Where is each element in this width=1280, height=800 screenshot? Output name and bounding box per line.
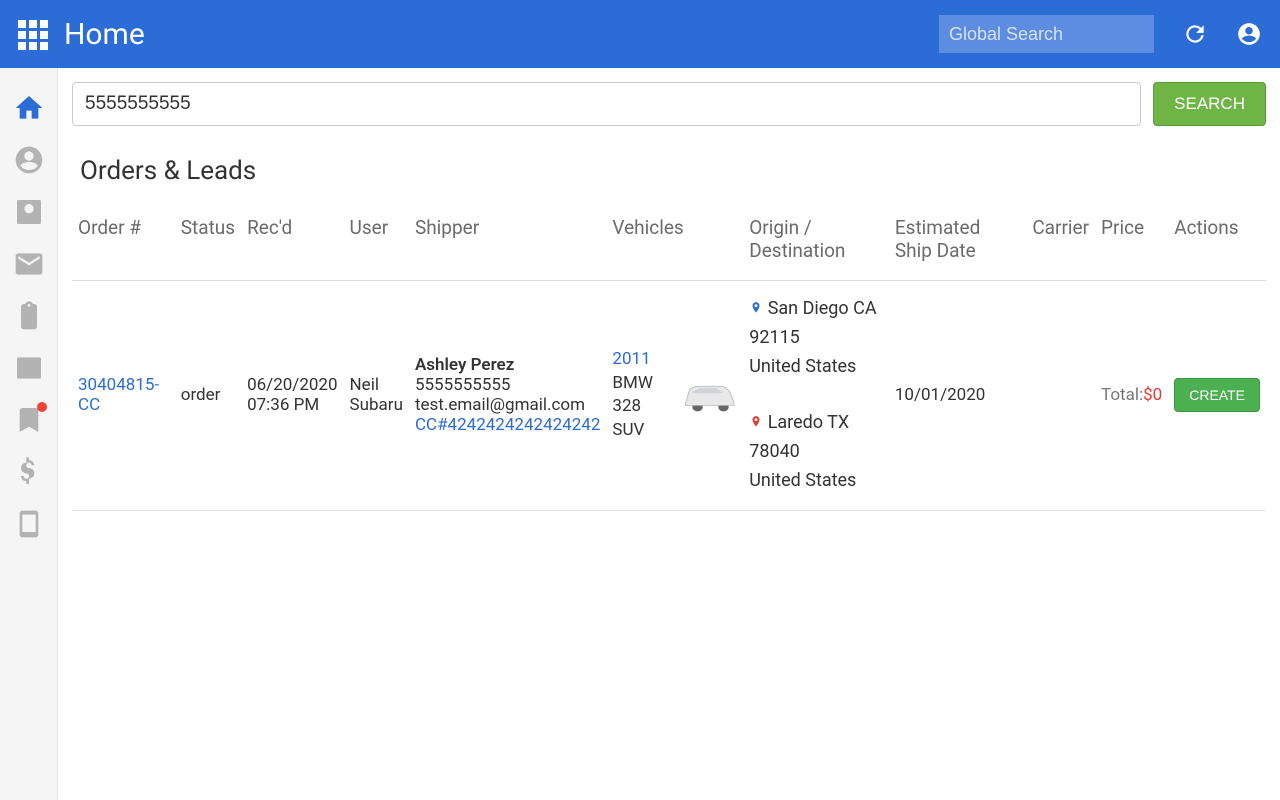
carrier-cell (1026, 281, 1095, 511)
recd-date: 06/20/2020 (247, 375, 337, 395)
col-user: User (344, 208, 409, 281)
price-label: Total: (1101, 385, 1143, 405)
sidebar-item-home[interactable] (13, 92, 45, 124)
create-button[interactable]: CREATE (1174, 378, 1260, 412)
sidebar-item-analytics[interactable] (13, 352, 45, 384)
recd-time: 07:36 PM (247, 395, 319, 415)
person-square-icon (13, 196, 45, 228)
est-ship-date: 10/01/2020 (889, 281, 1026, 511)
sidebar (0, 68, 58, 800)
vehicle-model: BMW 328 (612, 373, 653, 417)
clipboard-icon (13, 300, 45, 332)
orders-table: Order # Status Rec'd User Shipper Vehicl… (72, 208, 1266, 511)
col-actions: Actions (1168, 208, 1266, 281)
sidebar-item-mail[interactable] (13, 248, 45, 280)
order-user: Neil Subaru (344, 281, 409, 511)
search-input[interactable] (72, 82, 1141, 126)
table-row: 30404815-CC order 06/20/2020 07:36 PM Ne… (72, 281, 1266, 511)
vehicle-type: SUV (612, 420, 644, 440)
shipper-phone: 5555555555 (415, 375, 511, 395)
sidebar-item-mobile[interactable] (13, 508, 45, 540)
main-content: SEARCH Orders & Leads Order # Status Rec… (58, 68, 1280, 800)
shipper-email: test.email@gmail.com (415, 395, 585, 415)
app-header: Home (0, 0, 1280, 68)
sidebar-item-clipboard[interactable] (13, 300, 45, 332)
order-status: order (175, 281, 241, 511)
col-order: Order # (72, 208, 175, 281)
car-thumbnail-icon (682, 375, 737, 415)
col-carrier: Carrier (1026, 208, 1095, 281)
col-est-ship: Estimated Ship Date (889, 208, 1026, 281)
home-icon (13, 92, 45, 124)
page-title: Home (64, 17, 145, 52)
col-origin-dest: Origin / Destination (743, 208, 889, 281)
global-search-input[interactable] (939, 15, 1154, 53)
account-circle-icon[interactable] (1236, 21, 1262, 47)
sidebar-item-bookmarks[interactable] (13, 404, 45, 436)
dest-pin-icon (749, 415, 763, 429)
search-button[interactable]: SEARCH (1153, 82, 1266, 126)
smartphone-icon (13, 508, 45, 540)
dest-country: United States (749, 467, 883, 496)
origin-pin-icon (749, 301, 763, 315)
section-title: Orders & Leads (80, 156, 1266, 186)
col-status: Status (175, 208, 241, 281)
sidebar-item-money[interactable] (13, 456, 45, 488)
col-shipper: Shipper (409, 208, 606, 281)
user-last: Subaru (350, 395, 403, 415)
origin-country: United States (749, 353, 883, 382)
order-vehicles: 2011 BMW 328 SUV (606, 281, 743, 511)
table-header-row: Order # Status Rec'd User Shipper Vehicl… (72, 208, 1266, 281)
bar-chart-icon (13, 352, 45, 384)
order-id-link[interactable]: 30404815-CC (78, 375, 159, 415)
user-first: Neil (350, 375, 379, 395)
col-price: Price (1095, 208, 1168, 281)
vehicle-year-link[interactable]: 2011 (612, 349, 650, 369)
order-shipper: Ashley Perez 5555555555 test.email@gmail… (409, 281, 606, 511)
dest-city: Laredo TX 78040 (749, 412, 849, 462)
order-origin-dest: San Diego CA 92115 United States Laredo … (743, 281, 889, 511)
refresh-icon[interactable] (1182, 21, 1208, 47)
dollar-icon (13, 456, 45, 488)
shipper-cc-link[interactable]: CC#4242424242424242 (415, 415, 600, 435)
order-recd: 06/20/2020 07:36 PM (241, 281, 343, 511)
col-recd: Rec'd (241, 208, 343, 281)
apps-icon[interactable] (18, 20, 46, 48)
sidebar-item-person[interactable] (13, 144, 45, 176)
price-cell: Total:$0 (1095, 281, 1168, 511)
col-vehicles: Vehicles (606, 208, 743, 281)
price-amount: $0 (1143, 385, 1162, 405)
notification-dot (37, 402, 47, 412)
sidebar-item-contact[interactable] (13, 196, 45, 228)
person-circle-icon (13, 144, 45, 176)
origin-city: San Diego CA 92115 (749, 298, 876, 348)
shipper-name: Ashley Perez (415, 355, 514, 375)
mail-icon (13, 248, 45, 280)
